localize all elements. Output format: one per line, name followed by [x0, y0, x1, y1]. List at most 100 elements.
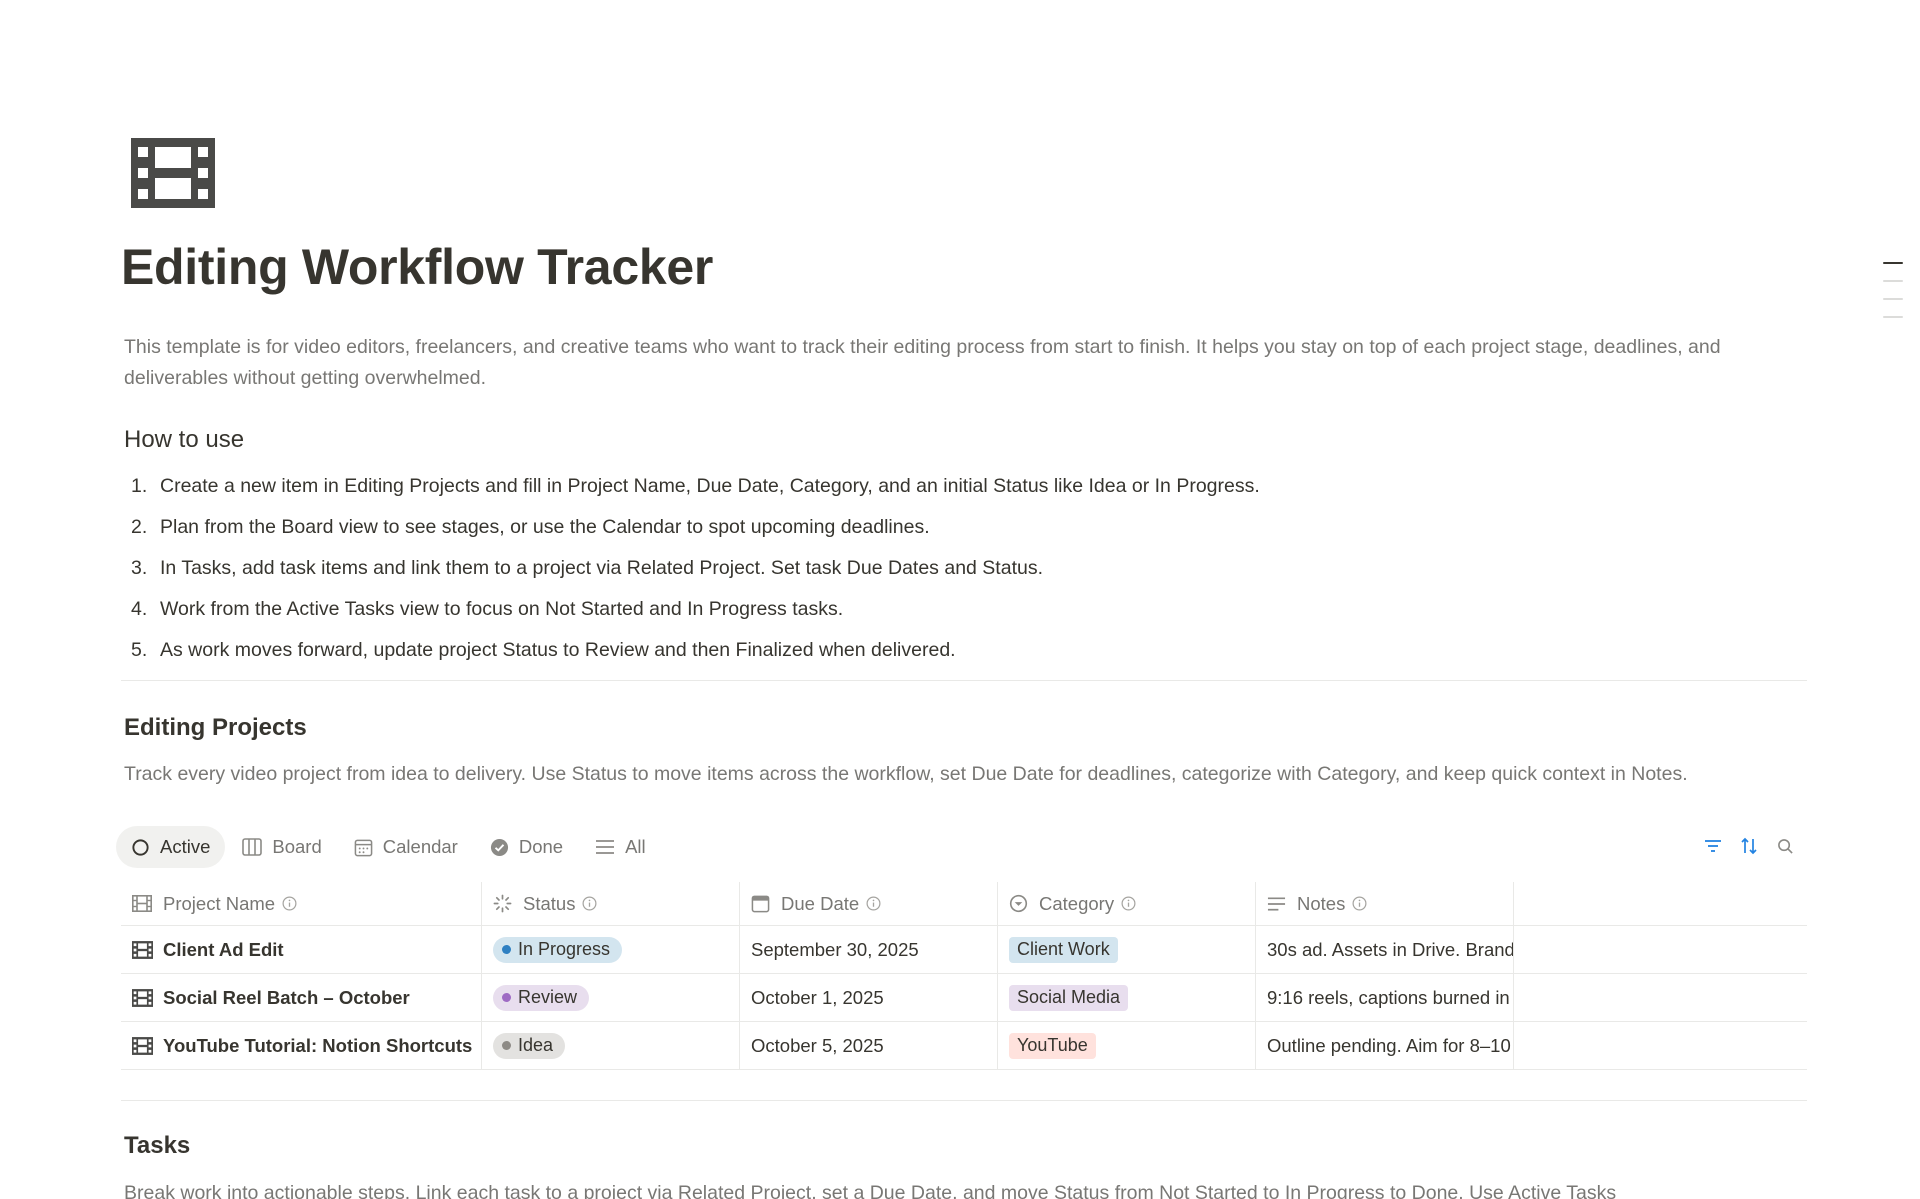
tasks-description[interactable]: Break work into actionable steps. Link e… [124, 1178, 1804, 1199]
category-cell[interactable]: Social Media [997, 974, 1255, 1021]
category-cell[interactable]: Client Work [997, 926, 1255, 973]
column-label: Status [523, 892, 576, 914]
project-name-cell[interactable]: Social Reel Batch – October [121, 974, 481, 1021]
calendar-icon [354, 839, 373, 856]
column-label: Category [1039, 892, 1115, 914]
film-icon[interactable] [131, 138, 215, 208]
tab-all[interactable]: All [580, 826, 661, 868]
table-header: Project Name Status Due Date Category No… [121, 882, 1807, 926]
category-tag[interactable]: YouTube [1009, 1032, 1096, 1059]
outline-mark[interactable] [1883, 262, 1903, 264]
column-label: Notes [1297, 892, 1346, 914]
project-name-cell[interactable]: YouTube Tutorial: Notion Shortcuts [121, 1022, 481, 1069]
column-header-category[interactable]: Category [997, 882, 1255, 925]
select-icon [1009, 894, 1028, 913]
column-label: Project Name [163, 892, 276, 914]
step-number: 2. [131, 516, 148, 538]
status-badge[interactable]: Review [493, 984, 590, 1011]
tasks-heading[interactable]: Tasks [124, 1132, 190, 1160]
tab-board[interactable]: Board [227, 826, 336, 868]
tab-done[interactable]: Done [475, 826, 578, 868]
info-icon[interactable] [1352, 896, 1367, 911]
sort-button[interactable] [1739, 836, 1759, 856]
row-spacer [1513, 974, 1807, 1021]
project-name-cell[interactable]: Client Ad Edit [121, 926, 481, 973]
category-tag[interactable]: Social Media [1009, 984, 1129, 1011]
due-date-cell[interactable]: October 1, 2025 [739, 974, 997, 1021]
page-outline[interactable] [1883, 262, 1903, 334]
film-icon [132, 988, 153, 1007]
status-label: Review [518, 987, 578, 1007]
info-icon[interactable] [582, 896, 597, 911]
column-header-notes[interactable]: Notes [1255, 882, 1513, 925]
due-date-cell[interactable]: October 5, 2025 [739, 1022, 997, 1069]
view-tabs: Active Board Calendar Done All [116, 826, 663, 868]
column-header-project-name[interactable]: Project Name [121, 882, 481, 925]
list-item[interactable]: 3. In Tasks, add task items and link them… [124, 548, 1804, 589]
table-row[interactable]: YouTube Tutorial: Notion Shortcuts Idea … [121, 1022, 1807, 1070]
page: Editing Workflow Tracker This template i… [0, 0, 1920, 1199]
tab-label: Calendar [382, 836, 458, 857]
tab-calendar[interactable]: Calendar [339, 826, 473, 868]
category-tag[interactable]: Client Work [1009, 936, 1118, 963]
table-row[interactable]: Social Reel Batch – October Review Octob… [121, 974, 1807, 1022]
step-number: 3. [131, 557, 148, 579]
filter-button[interactable] [1703, 836, 1723, 856]
sort-icon [1741, 837, 1757, 855]
column-spacer [1513, 882, 1807, 925]
step-text: Plan from the Board view to see stages, … [160, 516, 930, 538]
info-icon[interactable] [282, 896, 297, 911]
row-spacer [1513, 926, 1807, 973]
outline-mark[interactable] [1883, 280, 1903, 282]
list-item[interactable]: 1. Create a new item in Editing Projects … [124, 466, 1804, 507]
divider [121, 680, 1807, 681]
tab-label: Board [272, 836, 322, 857]
step-text: Create a new item in Editing Projects an… [160, 475, 1260, 497]
due-date-cell[interactable]: September 30, 2025 [739, 926, 997, 973]
divider [121, 1100, 1807, 1101]
status-cell[interactable]: Review [481, 974, 739, 1021]
search-icon [1777, 838, 1793, 854]
notes-cell[interactable]: Outline pending. Aim for 8–10 [1255, 1022, 1513, 1069]
page-description[interactable]: This template is for video editors, free… [124, 332, 1804, 394]
filter-icon [1705, 840, 1721, 852]
text-icon [1267, 896, 1286, 911]
list-item[interactable]: 5. As work moves forward, update project … [124, 630, 1804, 671]
status-icon [493, 894, 512, 913]
calendar-icon [751, 895, 770, 913]
notes-cell[interactable]: 30s ad. Assets in Drive. Brand [1255, 926, 1513, 973]
step-text: Work from the Active Tasks view to focus… [160, 598, 844, 620]
film-icon [132, 895, 152, 912]
outline-mark[interactable] [1883, 316, 1903, 318]
page-title[interactable]: Editing Workflow Tracker [121, 238, 713, 296]
info-icon[interactable] [1121, 896, 1136, 911]
how-to-use-heading[interactable]: How to use [124, 426, 244, 454]
column-header-due-date[interactable]: Due Date [739, 882, 997, 925]
status-cell[interactable]: In Progress [481, 926, 739, 973]
step-text: In Tasks, add task items and link them t… [160, 557, 1044, 579]
search-button[interactable] [1775, 836, 1795, 856]
status-label: Idea [518, 1035, 554, 1055]
row-spacer [1513, 1022, 1807, 1069]
category-cell[interactable]: YouTube [997, 1022, 1255, 1069]
tab-active[interactable]: Active [116, 826, 226, 868]
status-label: In Progress [518, 939, 611, 959]
outline-mark[interactable] [1883, 298, 1903, 300]
list-item[interactable]: 2. Plan from the Board view to see stages… [124, 507, 1804, 548]
notes-cell[interactable]: 9:16 reels, captions burned in [1255, 974, 1513, 1021]
editing-projects-description[interactable]: Track every video project from idea to d… [124, 759, 1804, 790]
table-row[interactable]: Client Ad Edit In Progress September 30,… [121, 926, 1807, 974]
info-icon[interactable] [866, 896, 881, 911]
status-dot [502, 945, 511, 954]
editing-projects-heading[interactable]: Editing Projects [124, 714, 307, 742]
status-badge[interactable]: Idea [493, 1032, 566, 1059]
circle-icon [132, 838, 149, 856]
list-item[interactable]: 4. Work from the Active Tasks view to foc… [124, 589, 1804, 630]
tab-label: All [625, 836, 646, 857]
column-header-status[interactable]: Status [481, 882, 739, 925]
status-badge[interactable]: In Progress [493, 936, 623, 963]
status-dot [502, 993, 511, 1002]
project-name: Client Ad Edit [163, 938, 284, 960]
project-name: YouTube Tutorial: Notion Shortcuts [163, 1034, 473, 1056]
status-cell[interactable]: Idea [481, 1022, 739, 1069]
